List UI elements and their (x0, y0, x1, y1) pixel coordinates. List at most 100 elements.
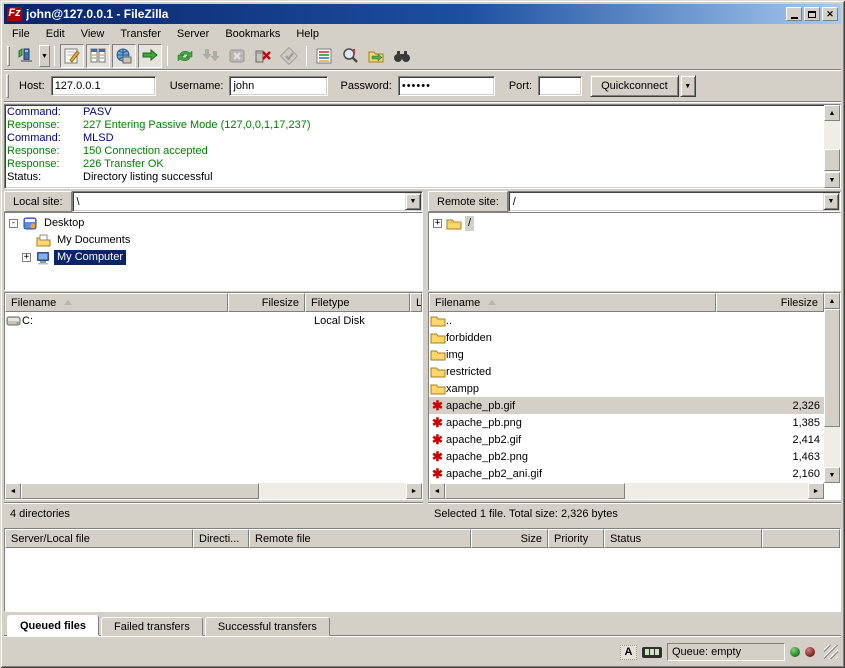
menu-help[interactable]: Help (288, 26, 327, 42)
filter-button[interactable] (312, 44, 336, 68)
column-header-lastmodified[interactable]: L (410, 293, 422, 312)
scroll-right-arrow[interactable]: ► (808, 483, 824, 499)
host-input[interactable] (51, 76, 156, 96)
column-header-filename[interactable]: Filename (429, 293, 716, 312)
toolbar-grip[interactable] (7, 46, 10, 66)
menu-transfer[interactable]: Transfer (112, 26, 169, 42)
remote-list-body[interactable]: .. forbidden img restricted xampp (429, 312, 824, 483)
minimize-button[interactable] (786, 7, 802, 21)
menu-view[interactable]: View (73, 26, 113, 42)
column-header-local-file[interactable]: Server/Local file (5, 529, 193, 548)
site-manager-button[interactable] (14, 44, 38, 68)
expand-icon[interactable]: + (22, 253, 31, 262)
tab-failed-transfers[interactable]: Failed transfers (101, 617, 203, 636)
tab-successful-transfers[interactable]: Successful transfers (205, 617, 330, 636)
remote-vertical-scrollbar[interactable]: ▲ ▼ (824, 293, 840, 483)
toggle-transfer-queue-button[interactable] (138, 44, 162, 68)
combo-dropdown-arrow[interactable]: ▼ (405, 193, 421, 210)
combo-dropdown-arrow[interactable]: ▼ (823, 193, 839, 210)
file-name: apache_pb2.gif (446, 434, 734, 446)
find-files-button[interactable] (390, 44, 414, 68)
local-horizontal-scrollbar[interactable]: ◄ ► (5, 483, 422, 499)
toggle-message-log-button[interactable] (60, 44, 84, 68)
remote-site-combo[interactable]: / ▼ (508, 191, 841, 212)
local-list-body[interactable]: C: Local Disk (5, 312, 422, 483)
toggle-local-tree-button[interactable] (86, 44, 110, 68)
column-header-filename[interactable]: Filename (5, 293, 228, 312)
host-label: Host: (19, 80, 45, 92)
queue-body[interactable] (5, 548, 840, 611)
scroll-up-arrow[interactable]: ▲ (824, 293, 840, 309)
local-status-text: 4 directories (10, 508, 70, 520)
menu-file[interactable]: File (4, 26, 38, 42)
column-header-priority[interactable]: Priority (548, 529, 604, 548)
column-header-size[interactable]: Size (471, 529, 548, 548)
expand-icon[interactable]: + (433, 219, 442, 228)
column-header-direction[interactable]: Directi... (193, 529, 249, 548)
local-list-header: Filename Filesize Filetype L (5, 293, 422, 312)
remote-file-row[interactable]: .. (429, 312, 824, 329)
column-header-filetype[interactable]: Filetype (305, 293, 410, 312)
scroll-thumb[interactable] (21, 483, 259, 499)
username-input[interactable] (229, 76, 328, 96)
column-header-filesize[interactable]: Filesize (716, 293, 824, 312)
local-file-row[interactable]: C: Local Disk (5, 312, 422, 329)
directory-comparison-button[interactable] (338, 44, 362, 68)
cancel-operation-button[interactable] (225, 44, 249, 68)
quickconnect-grip[interactable] (6, 74, 9, 98)
scroll-up-arrow[interactable]: ▲ (824, 105, 840, 121)
toggle-remote-tree-button[interactable] (112, 44, 136, 68)
tab-queued-files[interactable]: Queued files (7, 615, 99, 636)
scroll-left-arrow[interactable]: ◄ (429, 483, 445, 499)
scroll-down-arrow[interactable]: ▼ (824, 467, 840, 483)
scroll-thumb[interactable] (824, 149, 840, 171)
remote-horizontal-scrollbar[interactable]: ◄ ► (429, 483, 824, 499)
remote-file-row[interactable]: ✱ apache_pb2.png 1,463 (429, 448, 824, 465)
process-queue-button[interactable] (199, 44, 223, 68)
column-header-blank[interactable] (762, 529, 840, 548)
column-header-status[interactable]: Status (604, 529, 762, 548)
quickconnect-dropdown[interactable]: ▼ (680, 75, 696, 97)
maximize-button[interactable] (804, 7, 820, 21)
tree-item-my-documents[interactable]: My Documents (9, 232, 422, 249)
menu-server[interactable]: Server (169, 26, 217, 42)
remote-file-row-selected[interactable]: ✱ apache_pb.gif 2,326 (429, 397, 824, 414)
port-input[interactable] (538, 76, 582, 96)
column-header-filesize[interactable]: Filesize (228, 293, 305, 312)
scroll-thumb[interactable] (445, 483, 625, 499)
tree-item-desktop[interactable]: - Desktop (9, 215, 422, 232)
close-button[interactable]: ✕ (822, 7, 838, 21)
site-manager-dropdown[interactable]: ▼ (39, 45, 50, 67)
resize-grip[interactable] (824, 645, 838, 659)
remote-file-row[interactable]: xampp (429, 380, 824, 397)
remote-file-row[interactable]: ✱ apache_pb.png 1,385 (429, 414, 824, 431)
remote-file-row[interactable]: ✱ apache_pb2_ani.gif 2,160 (429, 465, 824, 482)
remote-file-row[interactable]: img (429, 346, 824, 363)
password-input[interactable] (398, 76, 495, 96)
tree-item-my-computer[interactable]: + My Computer (9, 249, 422, 266)
scroll-right-arrow[interactable]: ► (406, 483, 422, 499)
menu-edit[interactable]: Edit (38, 26, 73, 42)
local-directory-tree: - Desktop My Documents + My Computer (4, 212, 423, 291)
scroll-thumb[interactable] (824, 309, 840, 427)
collapse-icon[interactable]: - (9, 219, 18, 228)
menu-bookmarks[interactable]: Bookmarks (217, 26, 288, 42)
synchronized-browsing-button[interactable] (364, 44, 388, 68)
tree-item-root[interactable]: + / (433, 215, 840, 232)
file-name: apache_pb2.png (446, 451, 734, 463)
remote-file-row[interactable]: ✱ apache_pb2.gif 2,414 (429, 431, 824, 448)
refresh-button[interactable] (173, 44, 197, 68)
remote-file-row[interactable]: restricted (429, 363, 824, 380)
scroll-down-arrow[interactable]: ▼ (824, 172, 840, 188)
remote-file-row[interactable]: forbidden (429, 329, 824, 346)
scroll-left-arrow[interactable]: ◄ (5, 483, 21, 499)
log-vertical-scrollbar[interactable]: ▲ ▼ (824, 105, 840, 188)
column-header-remote-file[interactable]: Remote file (249, 529, 471, 548)
reconnect-button[interactable] (277, 44, 301, 68)
local-site-combo[interactable]: \ ▼ (72, 191, 423, 212)
title-bar[interactable]: Fz john@127.0.0.1 - FileZilla ✕ (4, 4, 841, 24)
quickconnect-button[interactable]: Quickconnect (590, 75, 679, 97)
speed-limit-badge-icon[interactable] (642, 647, 662, 658)
transfer-type-ascii-icon[interactable]: A (620, 645, 637, 660)
disconnect-button[interactable] (251, 44, 275, 68)
